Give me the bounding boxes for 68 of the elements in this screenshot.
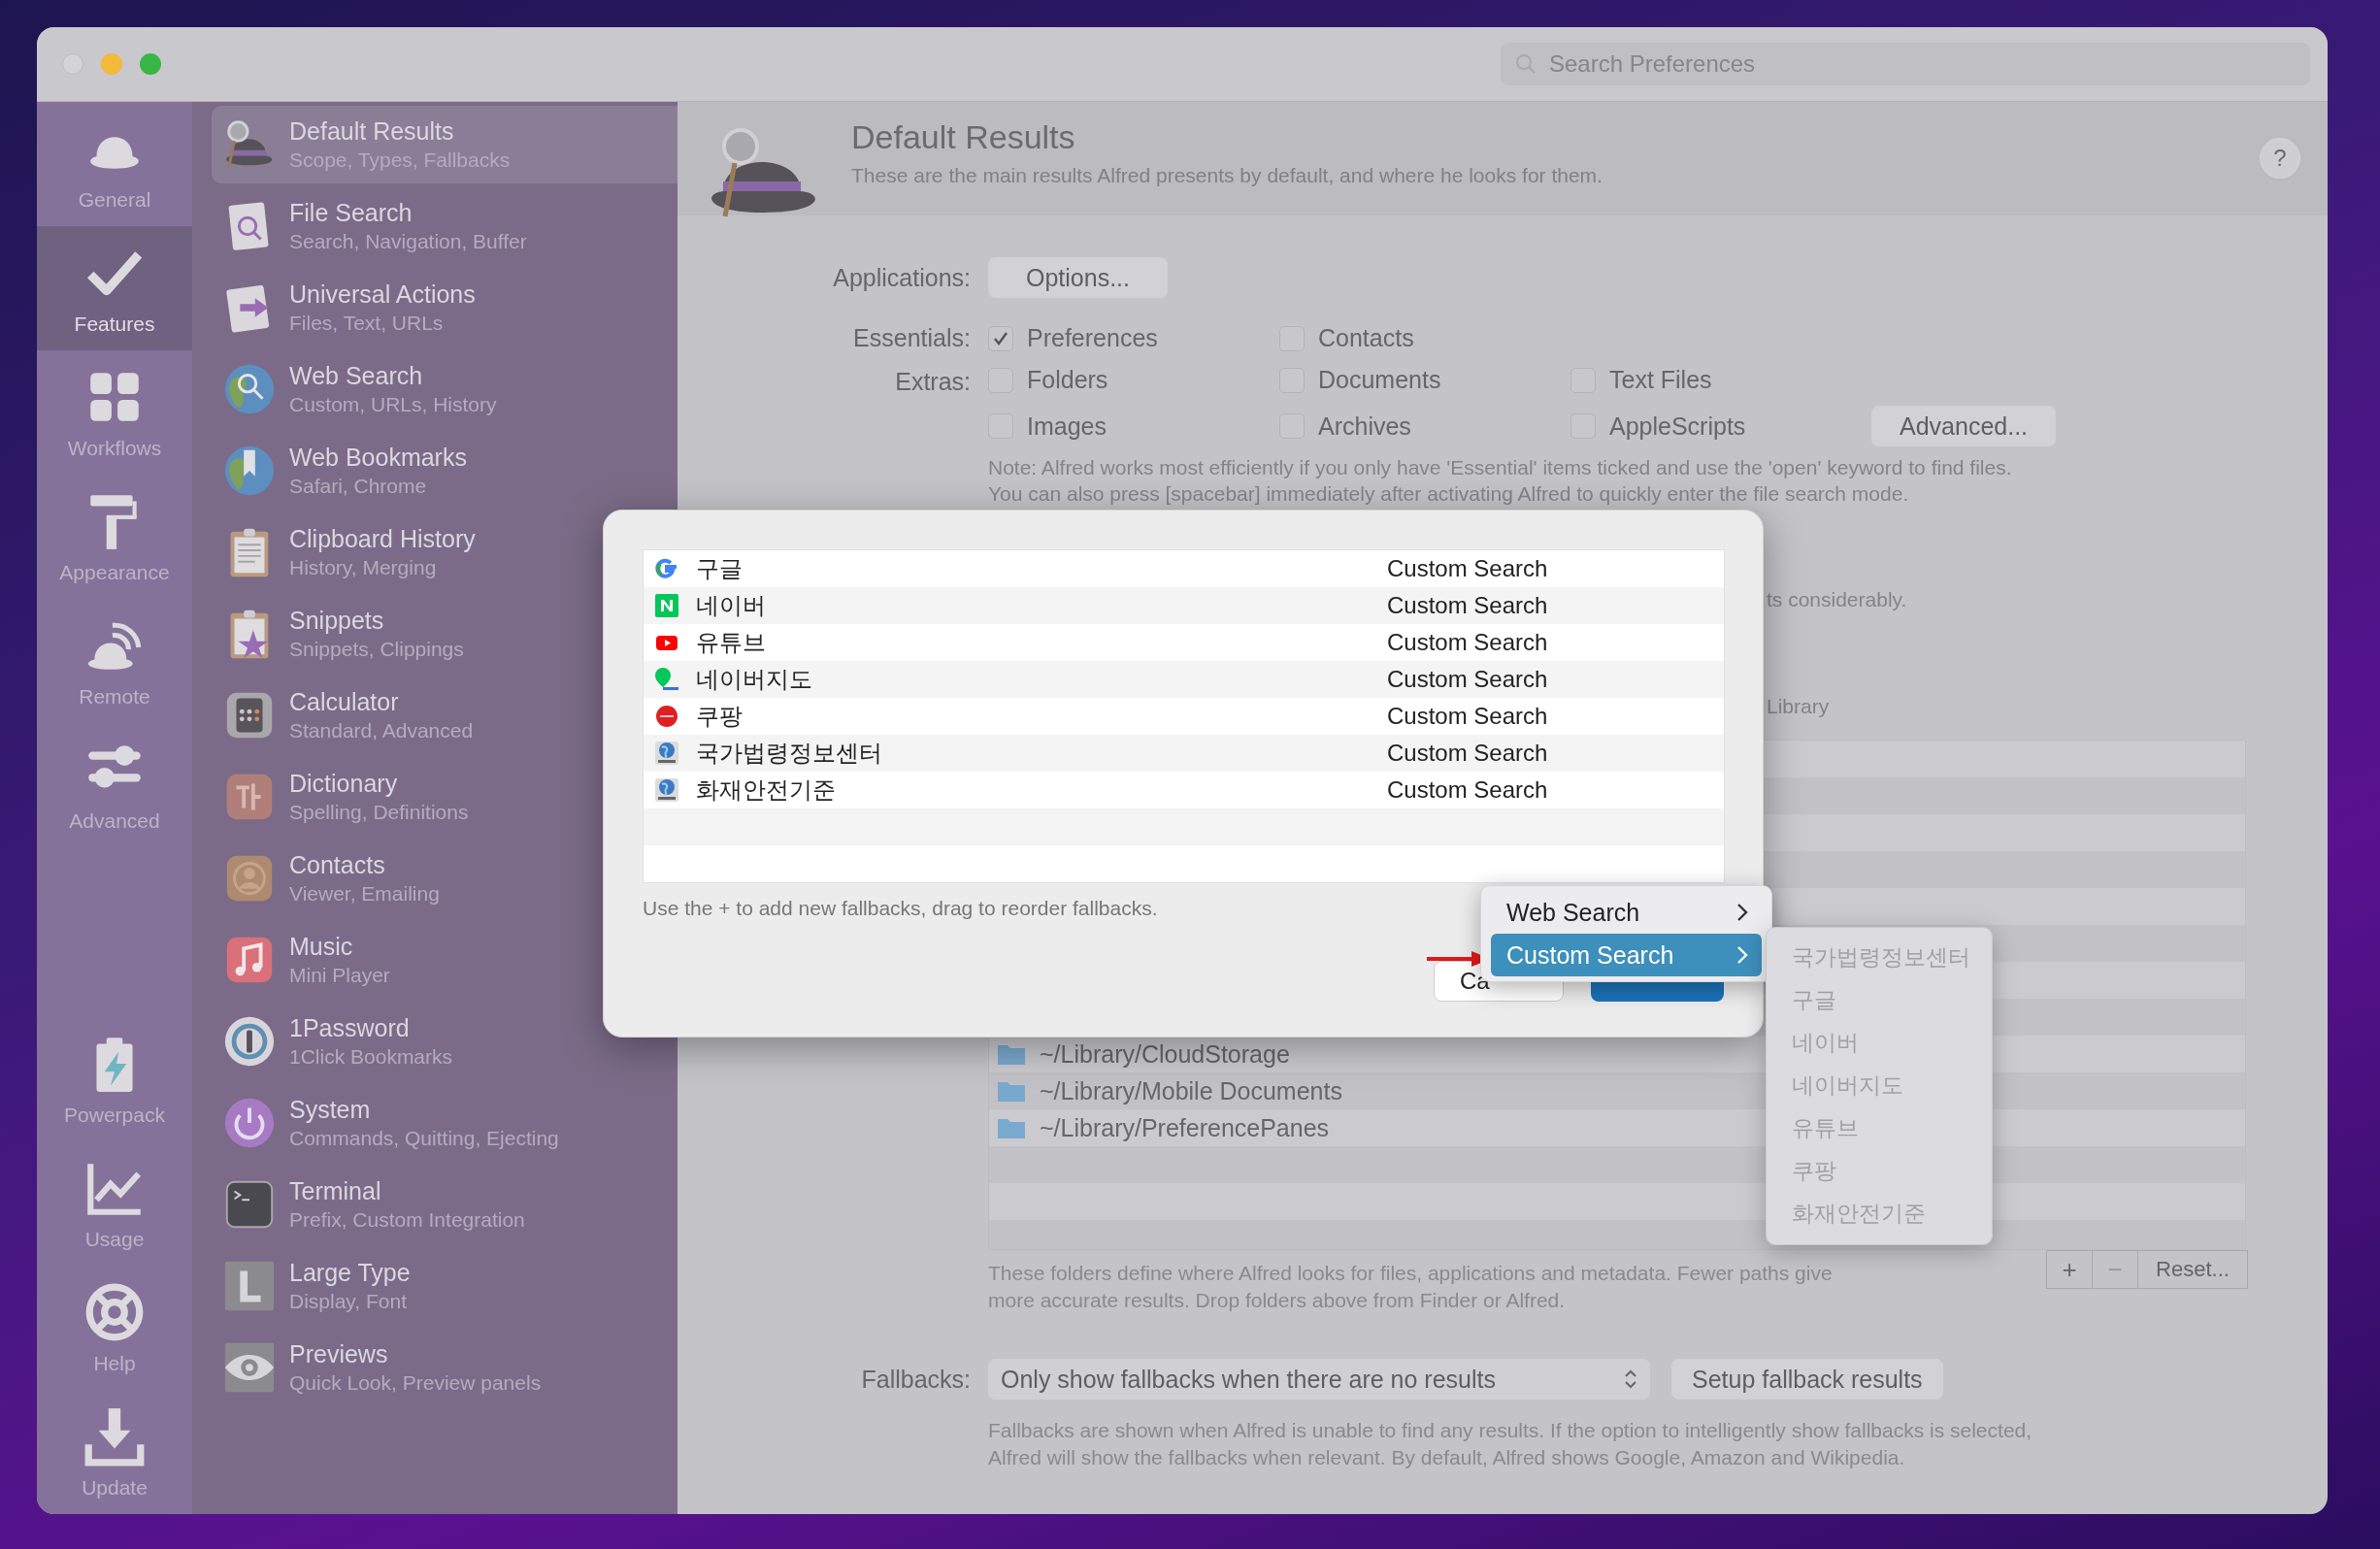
- feature-subtitle: 1Click Bookmarks: [289, 1045, 453, 1069]
- field-label: Fallbacks:: [860, 1365, 972, 1394]
- description-text: These folders define where Alfred looks for files, applications and metadata. Fewer paths give more accurate results. Drop folders above from Finder or Alfred.: [988, 1261, 1833, 1313]
- fallback-name: 네이버: [696, 591, 767, 620]
- feature-subtitle: Files, Text, URLs: [289, 312, 445, 335]
- feature-title: System: [289, 1096, 372, 1124]
- feature-subtitle: Standard, Advanced: [289, 719, 474, 742]
- fallback-name: 유튜브: [696, 628, 767, 657]
- folder-path: ~/Library/Mobile Documents: [1040, 1076, 1342, 1105]
- folder-path: ~/Library/CloudStorage: [1040, 1039, 1290, 1069]
- feature-subtitle: Safari, Chrome: [289, 475, 428, 498]
- feature-title: Terminal: [289, 1177, 382, 1205]
- partial-label: Library: [1767, 695, 1830, 718]
- feature-title: Snippets: [289, 607, 385, 635]
- partial-text: ts considerably.: [1767, 588, 1907, 611]
- feature-title: Dictionary: [289, 770, 399, 798]
- fallback-type: Custom Search: [1387, 592, 1548, 619]
- feature-subtitle: Commands, Quitting, Ejecting: [289, 1127, 559, 1150]
- fallback-name: 화재안전기준: [696, 775, 837, 805]
- page-title: Default Results: [851, 118, 1076, 156]
- feature-title: File Search: [289, 199, 413, 227]
- feature-subtitle: Viewer, Emailing: [289, 882, 440, 906]
- checkbox-label: Contacts: [1318, 324, 1414, 352]
- fallback-name: 국가법령정보센터: [696, 739, 883, 768]
- feature-subtitle: Display, Font: [289, 1290, 408, 1313]
- fallback-type: Custom Search: [1387, 629, 1548, 656]
- feature-title: Calculator: [289, 688, 400, 716]
- feature-subtitle: Custom, URLs, History: [289, 393, 497, 416]
- checkbox-label: Folders: [1027, 366, 1108, 394]
- fallback-name: 구글: [696, 554, 744, 583]
- feature-title: Music: [289, 933, 354, 961]
- description-text: Fallbacks are shown when Alfred is unable to find any results. If the option to intelligently show fallbacks is selected, Alfred will show the fallbacks when relevant. By default, Alfred shows Google, Amazon and Wikipedia.: [988, 1418, 2033, 1470]
- field-label: Extras:: [894, 368, 972, 396]
- feature-subtitle: Snippets, Clippings: [289, 638, 464, 661]
- checkbox-label: AppleScripts: [1609, 412, 1746, 441]
- feature-title: 1Password: [289, 1014, 411, 1042]
- feature-title: Web Bookmarks: [289, 444, 467, 472]
- fallback-name: 네이버지도: [696, 665, 813, 694]
- feature-title: Large Type: [289, 1259, 411, 1287]
- note-text: Note: Alfred works most efficiently if you only have 'Essential' items ticked and use the 'open' keyword to find files. You can also press [spacebar] immediately after activating Alfred to quickly enter the file search mode.: [988, 455, 2013, 507]
- fallback-name: 쿠팡: [696, 702, 744, 731]
- feature-title: Universal Actions: [289, 280, 476, 309]
- fallback-type: Custom Search: [1387, 776, 1548, 804]
- fallback-type: Custom Search: [1387, 703, 1548, 730]
- feature-subtitle: Prefix, Custom Integration: [289, 1208, 525, 1232]
- page-subtitle: These are the main results Alfred presents by default, and where he looks for them.: [851, 164, 1603, 187]
- checkbox-label: Archives: [1318, 412, 1411, 441]
- feature-title: Contacts: [289, 851, 386, 879]
- hint-text: Use the + to add new fallbacks, drag to reorder fallbacks.: [643, 897, 1158, 920]
- fallback-type: Custom Search: [1387, 555, 1548, 582]
- feature-title: Previews: [289, 1340, 389, 1368]
- feature-subtitle: Mini Player: [289, 964, 390, 987]
- checkbox-label: Text Files: [1609, 366, 1712, 394]
- feature-subtitle: Search, Navigation, Buffer: [289, 230, 527, 253]
- field-label: Applications:: [832, 263, 972, 292]
- feature-title: Clipboard History: [289, 525, 476, 553]
- folder-path: ~/Library/PreferencePanes: [1040, 1113, 1330, 1142]
- feature-title: Default Results: [289, 117, 455, 146]
- fallback-type: Custom Search: [1387, 740, 1548, 767]
- fallback-type: Custom Search: [1387, 666, 1548, 693]
- checkbox-label: Images: [1027, 412, 1107, 441]
- feature-subtitle: History, Merging: [289, 556, 438, 579]
- field-label: Essentials:: [852, 324, 972, 352]
- checkbox-label: Preferences: [1027, 324, 1158, 352]
- feature-title: Web Search: [289, 362, 424, 390]
- feature-subtitle: Spelling, Definitions: [289, 801, 469, 824]
- checkbox-label: Documents: [1318, 366, 1441, 394]
- feature-subtitle: Quick Look, Preview panels: [289, 1371, 542, 1395]
